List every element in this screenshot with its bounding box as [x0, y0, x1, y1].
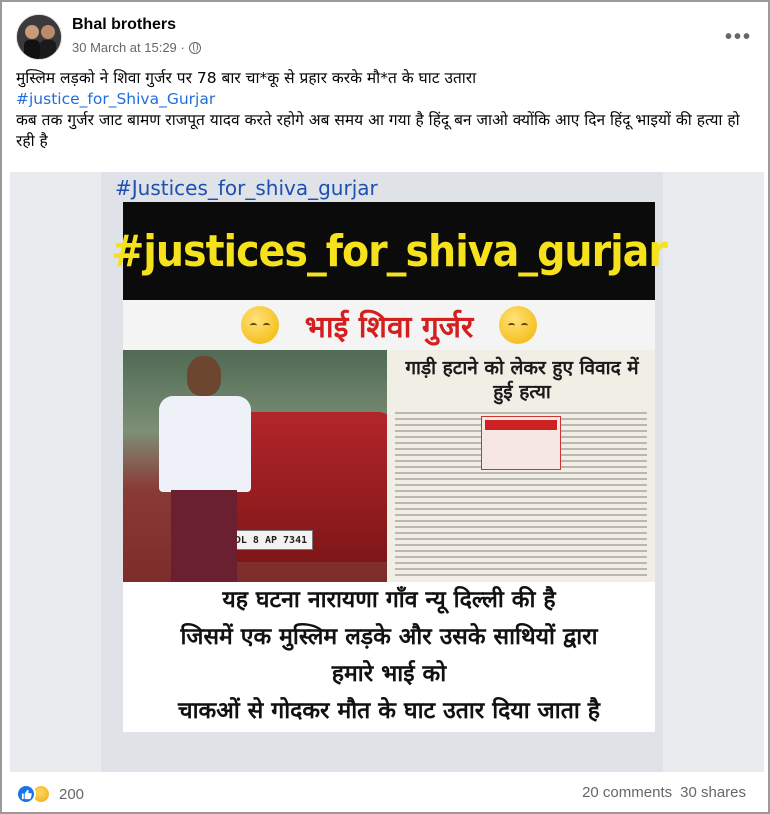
- engagement-counts: 20 comments 30 shares: [582, 784, 746, 801]
- hashtag-link[interactable]: #justice_for_Shiva_Gurjar: [16, 89, 756, 110]
- globe-icon: [188, 41, 201, 54]
- news-headline: गाड़ी हटाने को लेकर हुए विवाद में हुई हत…: [405, 357, 639, 403]
- banner-text: #justices_for_shiva_gurjar: [111, 225, 668, 277]
- newspaper-clipping: गाड़ी हटाने को लेकर हुए विवाद में हुई हत…: [387, 350, 655, 582]
- sad-emoji-icon: [240, 306, 279, 344]
- post-footer: 200 20 comments 30 shares: [16, 784, 756, 808]
- shares-count[interactable]: 30 shares: [680, 784, 746, 801]
- author-name[interactable]: Bhal brothers: [72, 16, 176, 34]
- poster-hashtag: #Justices_for_shiva_gurjar: [115, 176, 378, 200]
- post-header: Bhal brothers 30 March at 15:29 · •••: [16, 14, 756, 62]
- poster: #Justices_for_shiva_gurjar #justices_for…: [101, 172, 668, 772]
- reactions-summary[interactable]: 200: [16, 784, 84, 804]
- post-image[interactable]: #Justices_for_shiva_gurjar #justices_for…: [10, 172, 764, 772]
- reaction-count: 200: [59, 785, 85, 803]
- caption-line: यह घटना नारायणा गाँव न्यू दिल्ली की है: [222, 587, 556, 613]
- caption-line: चाकओं से गोदकर मौत के घाट उतार दिया जाता…: [177, 698, 600, 724]
- caption-line: हमारे भाई को: [331, 661, 447, 687]
- victim-photo: DL 8 AP 7341: [123, 350, 387, 582]
- post-text: मुस्लिम लड़को ने शिवा गुर्जर पर 78 बार च…: [16, 68, 756, 152]
- avatar[interactable]: [16, 14, 62, 60]
- poster-title: भाई शिवा गुर्जर: [304, 309, 474, 345]
- more-options-button[interactable]: •••: [725, 26, 752, 49]
- like-reaction-icon: [16, 784, 36, 804]
- sad-emoji-icon: [499, 306, 538, 344]
- caption-line: जिसमें एक मुस्लिम लड़के और उसके साथियों …: [180, 624, 598, 650]
- post-card: Bhal brothers 30 March at 15:29 · ••• मु…: [0, 0, 770, 814]
- poster-title-row: भाई शिवा गुर्जर: [123, 300, 655, 350]
- post-date[interactable]: 30 March at 15:29 ·: [72, 40, 185, 55]
- person-illustration: [153, 356, 263, 582]
- news-highlight-box: [481, 416, 561, 470]
- poster-bottom-strip: [101, 732, 663, 772]
- poster-caption: यह घटना नारायणा गाँव न्यू दिल्ली की है ज…: [123, 582, 655, 732]
- post-text-line: मुस्लिम लड़को ने शिवा गुर्जर पर 78 बार च…: [16, 69, 477, 87]
- poster-banner: #justices_for_shiva_gurjar: [111, 202, 668, 300]
- comments-count[interactable]: 20 comments: [582, 784, 672, 801]
- post-text-line: कब तक गुर्जर जाट बामण राजपूत यादव करते र…: [16, 111, 740, 150]
- post-meta: 30 March at 15:29 ·: [72, 40, 201, 55]
